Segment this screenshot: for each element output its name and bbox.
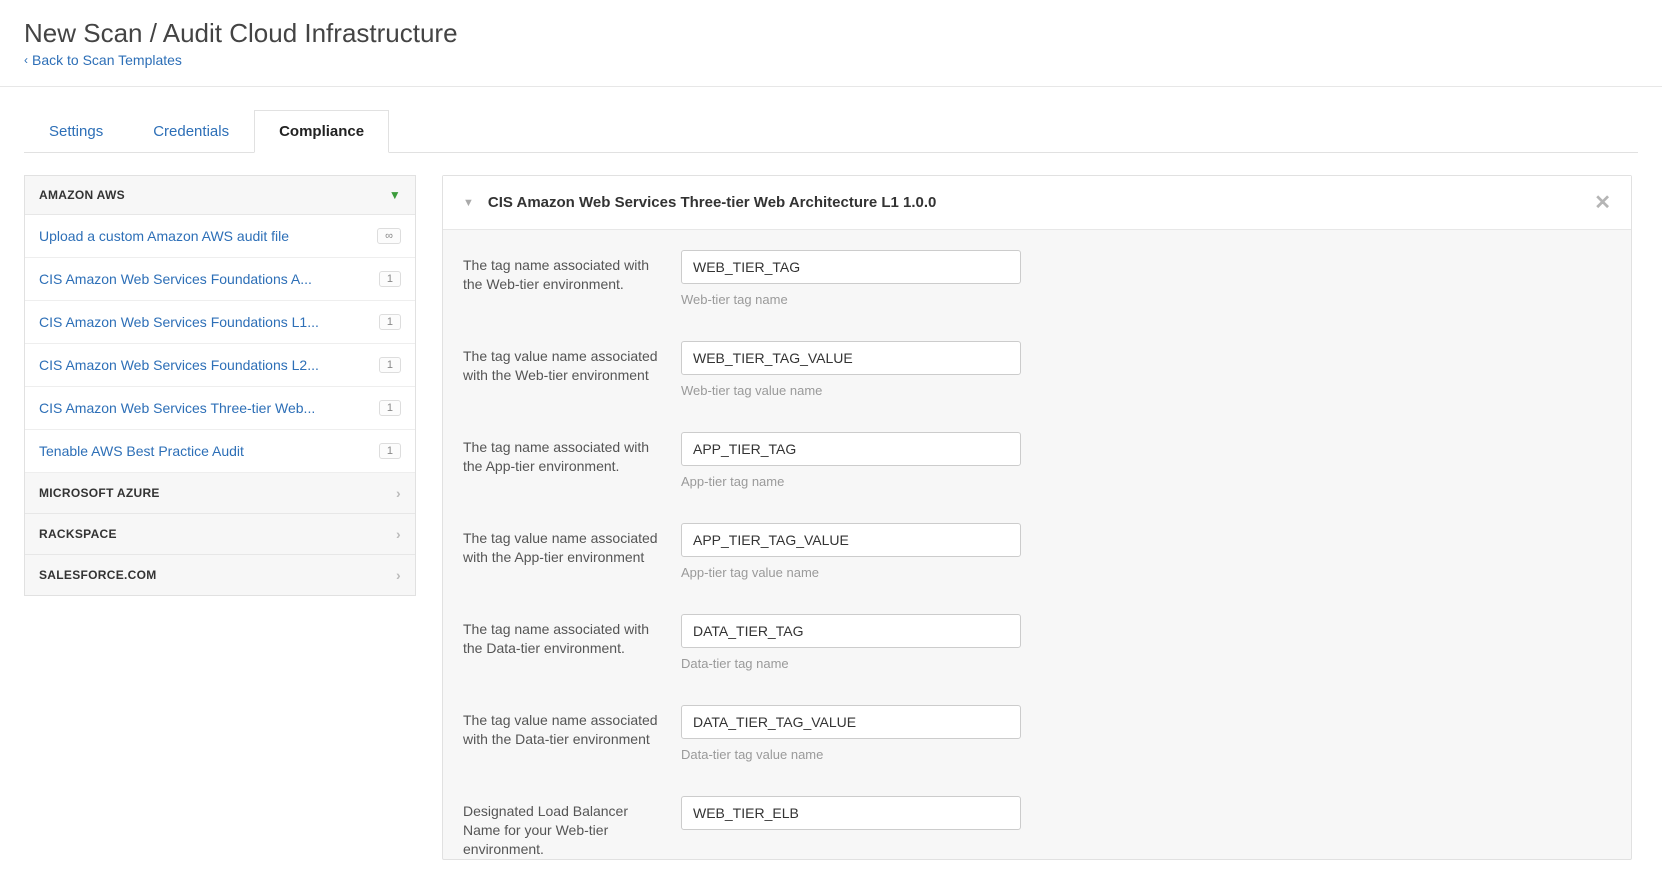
web-tier-tag-value-input[interactable]	[681, 341, 1021, 375]
panel-title: CIS Amazon Web Services Three-tier Web A…	[488, 194, 1594, 211]
data-tier-tag-value-input[interactable]	[681, 705, 1021, 739]
field-helper: Web-tier tag value name	[681, 383, 1021, 398]
field-label: The tag value name associated with the D…	[463, 705, 681, 749]
category-salesforce[interactable]: SALESFORCE.COM ›	[25, 555, 415, 595]
web-tier-elb-input[interactable]	[681, 796, 1021, 830]
field-label: The tag value name associated with the W…	[463, 341, 681, 385]
page-title: New Scan / Audit Cloud Infrastructure	[24, 18, 1638, 49]
tab-compliance[interactable]: Compliance	[254, 110, 389, 153]
tab-settings[interactable]: Settings	[24, 110, 128, 153]
app-tier-tag-input[interactable]	[681, 432, 1021, 466]
compliance-sidebar: AMAZON AWS ▼ Upload a custom Amazon AWS …	[24, 175, 416, 596]
field-helper: Data-tier tag value name	[681, 747, 1021, 762]
category-label: AMAZON AWS	[39, 188, 125, 202]
audit-item-cis-foundations-l2[interactable]: CIS Amazon Web Services Foundations L2..…	[25, 344, 415, 387]
compliance-config-panel: ▼ CIS Amazon Web Services Three-tier Web…	[442, 175, 1632, 860]
field-helper: Data-tier tag name	[681, 656, 1021, 671]
field-data-tier-tag: The tag name associated with the Data-ti…	[463, 614, 1611, 671]
audit-item-badge: 1	[379, 314, 401, 330]
back-link-label: Back to Scan Templates	[32, 52, 182, 68]
field-helper: App-tier tag name	[681, 474, 1021, 489]
category-label: SALESFORCE.COM	[39, 568, 157, 582]
audit-item-label: CIS Amazon Web Services Foundations L2..…	[39, 357, 319, 373]
audit-item-label: CIS Amazon Web Services Three-tier Web..…	[39, 400, 315, 416]
audit-item-upload-custom[interactable]: Upload a custom Amazon AWS audit file ∞	[25, 215, 415, 258]
panel-form: The tag name associated with the Web-tie…	[443, 230, 1631, 859]
chevron-right-icon: ›	[396, 485, 401, 501]
field-label: The tag name associated with the Data-ti…	[463, 614, 681, 658]
audit-item-label: CIS Amazon Web Services Foundations A...	[39, 271, 312, 287]
field-label: The tag value name associated with the A…	[463, 523, 681, 567]
field-helper: App-tier tag value name	[681, 565, 1021, 580]
tab-credentials[interactable]: Credentials	[128, 110, 254, 153]
audit-item-tenable-best-practice[interactable]: Tenable AWS Best Practice Audit 1	[25, 430, 415, 473]
audit-item-label: Tenable AWS Best Practice Audit	[39, 443, 244, 459]
field-data-tier-tag-value: The tag value name associated with the D…	[463, 705, 1611, 762]
category-microsoft-azure[interactable]: MICROSOFT AZURE ›	[25, 473, 415, 514]
field-web-tier-tag-value: The tag value name associated with the W…	[463, 341, 1611, 398]
field-helper: Web-tier tag name	[681, 292, 1021, 307]
field-label: The tag name associated with the Web-tie…	[463, 250, 681, 294]
audit-item-cis-foundations-a[interactable]: CIS Amazon Web Services Foundations A...…	[25, 258, 415, 301]
data-tier-tag-input[interactable]	[681, 614, 1021, 648]
header-divider	[0, 86, 1662, 87]
chevron-left-icon: ‹	[24, 53, 28, 67]
field-label: The tag name associated with the App-tie…	[463, 432, 681, 476]
category-label: RACKSPACE	[39, 527, 117, 541]
audit-item-badge: 1	[379, 271, 401, 287]
field-web-tier-tag: The tag name associated with the Web-tie…	[463, 250, 1611, 307]
audit-item-label: Upload a custom Amazon AWS audit file	[39, 228, 289, 244]
back-to-templates-link[interactable]: ‹ Back to Scan Templates	[24, 52, 182, 68]
category-rackspace[interactable]: RACKSPACE ›	[25, 514, 415, 555]
tab-bar: Settings Credentials Compliance	[24, 109, 1638, 153]
close-icon[interactable]: ✕	[1594, 190, 1611, 215]
chevron-right-icon: ›	[396, 526, 401, 542]
field-label: Designated Load Balancer Name for your W…	[463, 796, 681, 859]
field-web-tier-elb: Designated Load Balancer Name for your W…	[463, 796, 1611, 859]
category-label: MICROSOFT AZURE	[39, 486, 160, 500]
triangle-down-icon[interactable]: ▼	[463, 197, 474, 209]
category-amazon-aws[interactable]: AMAZON AWS ▼	[25, 176, 415, 215]
audit-item-cis-foundations-l1[interactable]: CIS Amazon Web Services Foundations L1..…	[25, 301, 415, 344]
app-tier-tag-value-input[interactable]	[681, 523, 1021, 557]
field-app-tier-tag-value: The tag value name associated with the A…	[463, 523, 1611, 580]
audit-item-label: CIS Amazon Web Services Foundations L1..…	[39, 314, 319, 330]
chevron-right-icon: ›	[396, 567, 401, 583]
chevron-down-icon: ▼	[389, 188, 401, 202]
audit-item-badge: 1	[379, 443, 401, 459]
field-app-tier-tag: The tag name associated with the App-tie…	[463, 432, 1611, 489]
audit-item-badge: 1	[379, 357, 401, 373]
web-tier-tag-input[interactable]	[681, 250, 1021, 284]
audit-item-badge: 1	[379, 400, 401, 416]
audit-item-badge: ∞	[377, 228, 401, 244]
audit-item-cis-three-tier[interactable]: CIS Amazon Web Services Three-tier Web..…	[25, 387, 415, 430]
panel-header: ▼ CIS Amazon Web Services Three-tier Web…	[443, 176, 1631, 230]
